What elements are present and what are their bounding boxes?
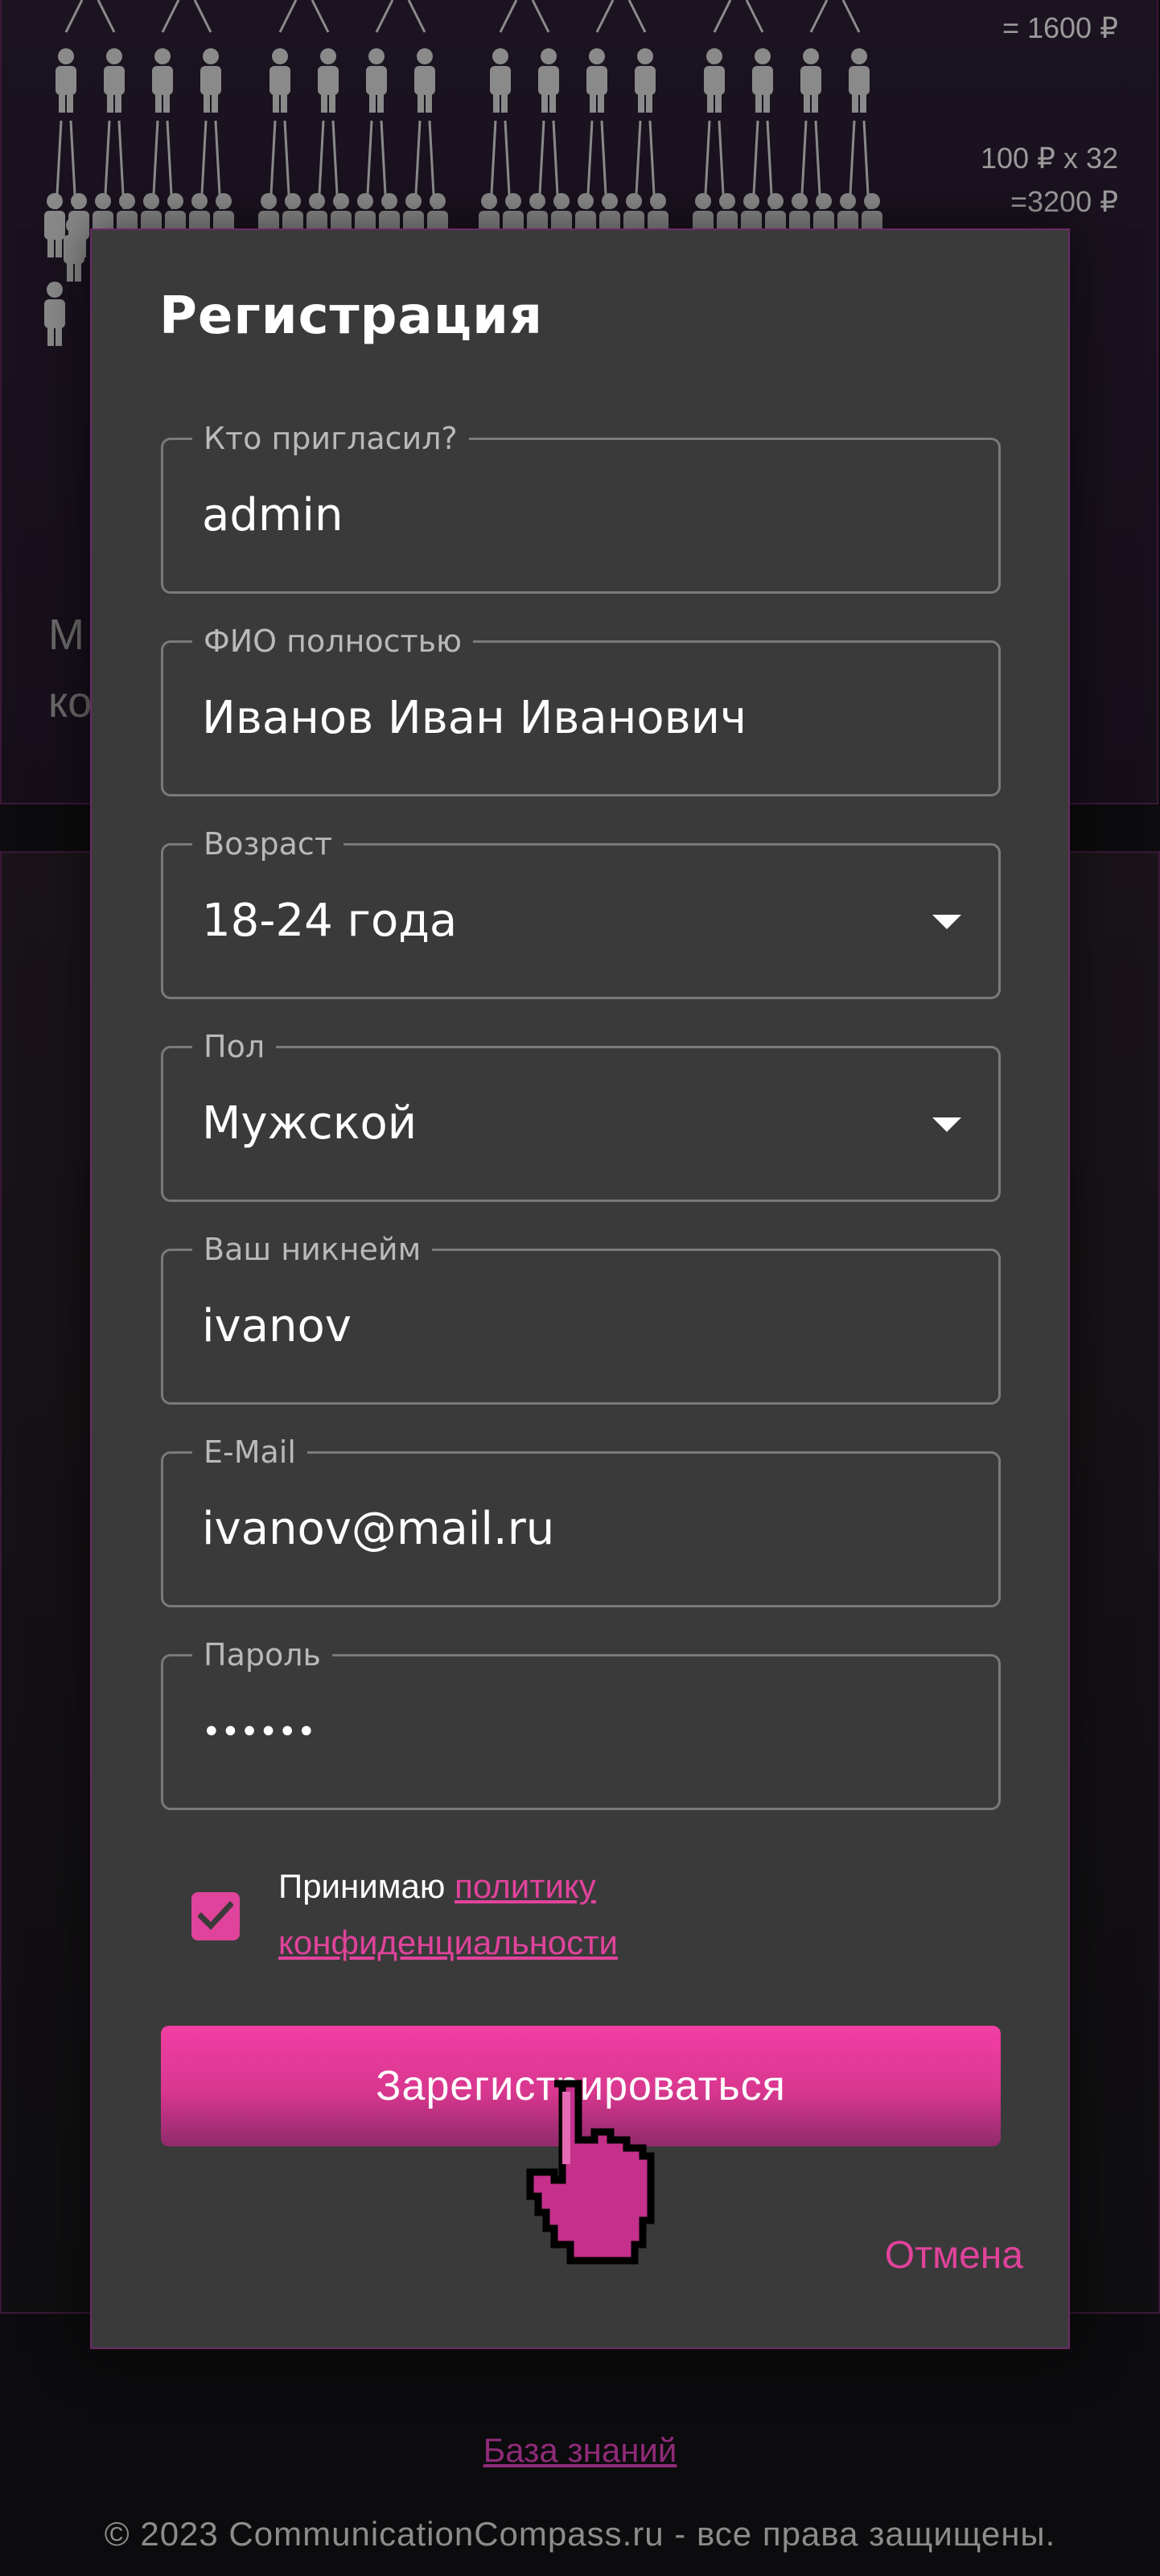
- money-label-formula: 100 ₽ x 32: [980, 142, 1118, 175]
- copyright-text: © 2023 CommunicationCompass.ru - все пра…: [104, 2515, 1056, 2553]
- inviter-value[interactable]: admin: [202, 440, 343, 591]
- privacy-consent: Принимаю политику конфиденциальности: [278, 1858, 922, 1971]
- password-value[interactable]: ••••••: [202, 1656, 316, 1808]
- chevron-down-icon[interactable]: [932, 1117, 961, 1132]
- full-name-value[interactable]: Иванов Иван Иванович: [202, 643, 747, 794]
- password-field[interactable]: Пароль ••••••: [161, 1636, 1001, 1810]
- hand-pointer-cursor-icon: [526, 2080, 655, 2265]
- money-label-1600: = 1600 ₽: [1002, 11, 1118, 44]
- privacy-checkbox[interactable]: [191, 1892, 240, 1940]
- chevron-down-icon[interactable]: [932, 915, 961, 929]
- gender-value[interactable]: Мужской: [202, 1048, 417, 1200]
- nickname-field[interactable]: Ваш никнейм ivanov: [161, 1230, 1001, 1405]
- consent-prefix: Принимаю: [278, 1867, 455, 1905]
- background-text-line2: ко: [48, 678, 93, 726]
- age-value[interactable]: 18-24 года: [202, 846, 457, 997]
- registration-modal: Регистрация Кто пригласил? admin ФИО пол…: [90, 228, 1070, 2349]
- age-select[interactable]: Возраст 18-24 года: [161, 825, 1001, 999]
- modal-title: Регистрация: [159, 286, 543, 346]
- knowledge-base-link[interactable]: База знаний: [483, 2431, 677, 2469]
- email-value[interactable]: ivanov@mail.ru: [202, 1454, 554, 1605]
- inviter-field[interactable]: Кто пригласил? admin: [161, 419, 1001, 594]
- money-label-3200: =3200 ₽: [1010, 185, 1118, 218]
- full-name-field[interactable]: ФИО полностью Иванов Иван Иванович: [161, 622, 1001, 796]
- footer-knowledge-base: База знаний: [0, 2431, 1160, 2470]
- background-text-line1: М: [48, 611, 84, 659]
- checkmark-icon: [198, 1901, 233, 1931]
- nickname-value[interactable]: ivanov: [202, 1251, 352, 1402]
- cancel-button[interactable]: Отмена: [885, 2233, 1023, 2278]
- email-field[interactable]: E-Mail ivanov@mail.ru: [161, 1433, 1001, 1607]
- gender-select[interactable]: Пол Мужской: [161, 1027, 1001, 1202]
